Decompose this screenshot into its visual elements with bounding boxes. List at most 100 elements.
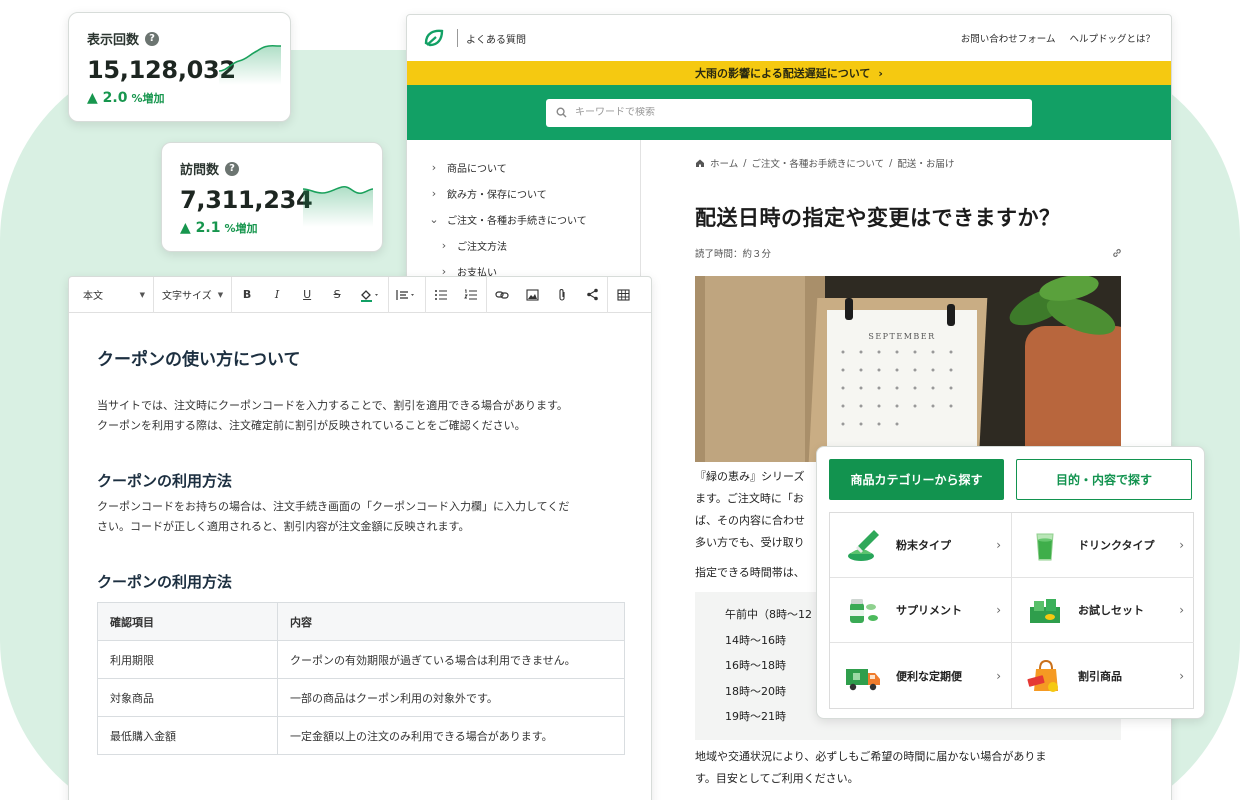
table-icon[interactable]	[608, 277, 638, 313]
numbered-list-icon[interactable]	[456, 277, 486, 313]
link-icon[interactable]	[1111, 247, 1123, 259]
table-cell: 対象商品	[97, 678, 278, 717]
nav-item-usage-storage[interactable]: › 飲み方・保存について	[407, 180, 640, 206]
category-label: 粉末タイプ	[896, 539, 951, 552]
category-label: サプリメント	[896, 604, 962, 617]
breadcrumb-delivery[interactable]: 配送・お届け	[897, 156, 954, 170]
table-cell: 一部の商品はクーポン利用の対象外です。	[277, 678, 625, 717]
change-unit: %増加	[224, 222, 258, 235]
article-footer-text: 地域や交通状況により、必ずしもご希望の時間に届かない場合がありま す。目安として…	[695, 746, 1123, 790]
editor-heading: クーポンの使い方について	[97, 350, 301, 370]
image-icon[interactable]	[517, 277, 547, 313]
search-input[interactable]	[575, 107, 1022, 118]
category-supplement[interactable]: サプリメント ›	[830, 578, 1012, 643]
nav-label: 飲み方・保存について	[447, 189, 547, 201]
calendar-month: SEPTEMBER	[868, 332, 936, 341]
paragraph-line: クーポンを利用する際は、注文確定前に割引が反映されていることをご確認ください。	[97, 419, 526, 432]
table-row: 最低購入金額 一定金額以上の注文のみ利用できる場合があります。	[97, 716, 625, 755]
chevron-right-icon: ›	[996, 603, 1001, 617]
paragraph-line: さい。コードが正しく適用されると、割引内容が注文金額に反映されます。	[97, 520, 470, 533]
chevron-right-icon: ›	[996, 668, 1001, 683]
help-icon[interactable]: ?	[145, 31, 160, 46]
chevron-right-icon: ›	[431, 160, 437, 174]
read-time: 読了時間：約３分	[695, 249, 772, 260]
attachment-icon[interactable]	[547, 277, 577, 313]
caret-down-icon: ▼	[217, 290, 224, 299]
breadcrumb-orders[interactable]: ご注文・各種お手続きについて	[751, 156, 884, 170]
nav-label: ご注文・各種お手続きについて	[447, 215, 587, 227]
top-links: お問い合わせフォーム ヘルプドッグとは？	[961, 31, 1155, 45]
category-subscription[interactable]: 便利な定期便 ›	[830, 643, 1012, 708]
contact-form-link[interactable]: お問い合わせフォーム	[961, 31, 1056, 45]
home-icon	[696, 159, 704, 167]
chevron-right-icon: ›	[1179, 668, 1184, 683]
fill-color-icon[interactable]	[352, 277, 388, 313]
about-helpdog-link[interactable]: ヘルプドッグとは？	[1069, 31, 1155, 45]
font-size-value: 文字サイズ	[162, 291, 212, 302]
category-drink[interactable]: ドリンクタイプ ›	[1012, 513, 1194, 578]
table-cell: クーポンの有効期限が過ぎている場合は利用できません。	[277, 640, 625, 679]
share-icon[interactable]	[577, 277, 607, 313]
table-row: 対象商品 一部の商品はクーポン利用の対象外です。	[97, 678, 625, 717]
section-paragraph: クーポンコードをお持ちの場合は、注文手続き画面の「クーポンコード入力欄」に入力し…	[97, 497, 623, 537]
change-unit: %増加	[131, 92, 165, 105]
announcement-banner[interactable]: 大雨の影響による配送遅延について ›	[407, 61, 1171, 85]
tab-product-category[interactable]: 商品カテゴリーから探す	[829, 459, 1004, 500]
visits-card: 訪問数 ? 7,311,234 ▲ 2.1 %増加	[161, 142, 383, 252]
table-cell: 一定金額以上の注文のみ利用できる場合があります。	[277, 716, 625, 755]
strikethrough-icon[interactable]: S	[322, 277, 352, 313]
chevron-down-icon: ⌄	[429, 212, 439, 226]
category-grid: 粉末タイプ › ドリンクタイプ › サプリメント › お試しセット › 便利な定…	[829, 512, 1194, 709]
paragraph-format-select[interactable]: 本文 ▼	[75, 277, 153, 313]
search-box[interactable]	[546, 98, 1032, 127]
bullet-list-icon[interactable]	[426, 277, 456, 313]
category-discount[interactable]: 割引商品 ›	[1012, 643, 1194, 708]
impressions-card: 表示回数 ? 15,128,032 ▲ 2.0 %増加	[68, 12, 291, 122]
italic-icon[interactable]: I	[262, 277, 292, 313]
category-powder[interactable]: 粉末タイプ ›	[830, 513, 1012, 578]
breadcrumb-separator: /	[743, 157, 747, 169]
article-title: 配送日時の指定や変更はできますか？	[695, 206, 1061, 230]
help-header: よくある質問 お問い合わせフォーム ヘルプドッグとは？	[407, 15, 1171, 61]
stat-change: ▲ 2.0 %増加	[87, 90, 272, 106]
table-cell: 利用期限	[97, 640, 278, 679]
brand-divider	[457, 29, 458, 47]
coupon-table: 確認項目 内容 利用期限 クーポンの有効期限が過ぎている場合は利用できません。 …	[97, 602, 625, 755]
nav-label: ご注文方法	[457, 241, 507, 253]
nav-item-order-method[interactable]: › ご注文方法	[407, 232, 640, 258]
breadcrumb-home[interactable]: ホーム	[710, 156, 738, 170]
article-meta: 読了時間：約３分	[695, 246, 1123, 260]
sale-bag-icon	[1027, 659, 1058, 692]
visits-sparkline	[302, 185, 374, 227]
paragraph-line: クーポンコードをお持ちの場合は、注文手続き画面の「クーポンコード入力欄」に入力し…	[97, 500, 570, 513]
category-trial-set[interactable]: お試しセット ›	[1012, 578, 1194, 643]
intro-paragraph: 当サイトでは、注文時にクーポンコードを入力することで、割引を適用できる場合があり…	[97, 396, 623, 436]
table-row: 利用期限 クーポンの有効期限が過ぎている場合は利用できません。	[97, 640, 625, 679]
nav-item-products[interactable]: › 商品について	[407, 154, 640, 180]
stat-label: 表示回数	[87, 33, 140, 48]
rich-text-editor: 本文 ▼ 文字サイズ ▼ B I U S クーポンの使い方について 当サイトでは…	[68, 276, 652, 800]
nav-item-orders[interactable]: ⌄ ご注文・各種お手続きについて	[407, 206, 640, 232]
table-header-row: 確認項目 内容	[97, 602, 625, 641]
category-label: 便利な定期便	[896, 669, 962, 683]
table-cell: 最低購入金額	[97, 716, 278, 755]
search-icon	[556, 107, 567, 118]
chevron-right-icon: ›	[996, 538, 1001, 552]
search-band	[407, 85, 1171, 140]
chevron-right-icon: ›	[878, 66, 883, 80]
category-tabs: 商品カテゴリーから探す 目的・内容で探す	[829, 459, 1192, 500]
leaf-logo-icon[interactable]	[423, 27, 445, 49]
link-icon[interactable]	[487, 277, 517, 313]
help-icon[interactable]: ?	[225, 161, 240, 176]
editor-content[interactable]: クーポンの使い方について 当サイトでは、注文時にクーポンコードを入力することで、…	[69, 345, 651, 755]
align-icon[interactable]	[389, 277, 425, 313]
tab-purpose[interactable]: 目的・内容で探す	[1016, 459, 1192, 500]
underline-icon[interactable]: U	[292, 277, 322, 313]
category-label: 割引商品	[1078, 669, 1122, 683]
category-label: ドリンクタイプ	[1078, 539, 1155, 552]
bold-icon[interactable]: B	[232, 277, 262, 313]
font-size-select[interactable]: 文字サイズ ▼	[154, 277, 231, 313]
section-heading: クーポンの利用方法	[97, 472, 233, 490]
brand-label: よくある質問	[466, 34, 526, 46]
editor-toolbar: 本文 ▼ 文字サイズ ▼ B I U S	[69, 276, 651, 313]
